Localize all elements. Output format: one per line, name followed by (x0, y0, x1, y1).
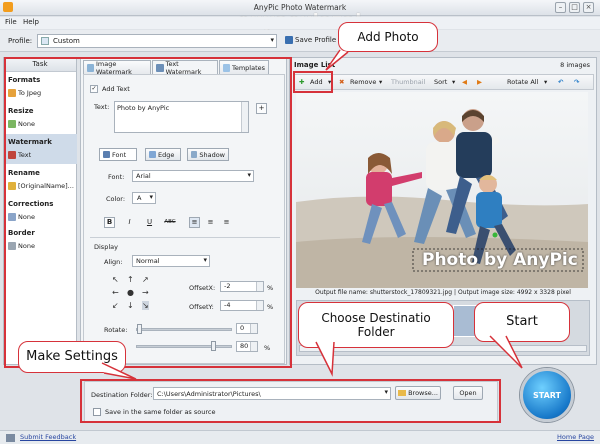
chevron-down-icon[interactable]: ▾ (379, 78, 382, 86)
menu-bar: File Help (0, 17, 600, 29)
app-icon (3, 2, 13, 12)
start-button[interactable]: START (520, 368, 574, 422)
output-info: Output file name: shutterstock_17809321.… (315, 289, 571, 296)
image-toolbar: ✚ Add ▾ ✖ Remove ▾ Thumbnail Sort ▾ ◀ ▶ … (294, 74, 594, 90)
menu-help[interactable]: Help (23, 18, 39, 26)
callout-add-photo: Add Photo (338, 22, 438, 52)
output-highlight-box (80, 379, 501, 423)
callout-pointer-start (489, 335, 523, 369)
add-highlight-box (293, 71, 333, 93)
next-arrow-icon[interactable]: ▶ (477, 78, 482, 86)
profile-bar: Profile: Custom ▾ Save Profile (0, 30, 600, 52)
save-profile-label: Save Profile (295, 36, 337, 44)
remove-button[interactable]: Remove (350, 78, 376, 86)
menu-file[interactable]: File (5, 18, 17, 26)
rotate-all-button[interactable]: Rotate All (507, 78, 538, 86)
thumbnail-button[interactable]: Thumbnail (391, 78, 425, 86)
status-bar: Submit Feedback Home Page (0, 430, 600, 444)
feedback-icon (6, 434, 15, 442)
close-button[interactable]: × (583, 2, 594, 13)
callout-pointer-folder (315, 341, 335, 377)
minimize-button[interactable]: – (555, 2, 566, 13)
profile-value: Custom (53, 37, 80, 45)
home-page-link[interactable]: Home Page (557, 433, 594, 441)
profile-label: Profile: (8, 37, 33, 45)
chevron-down-icon[interactable]: ▾ (544, 78, 547, 86)
callout-pointer-add (325, 49, 349, 71)
chevron-down-icon[interactable]: ▾ (452, 78, 455, 86)
profile-icon (41, 37, 49, 45)
save-profile-button[interactable]: Save Profile (285, 36, 336, 44)
image-count: 8 images (560, 61, 590, 69)
submit-feedback-link[interactable]: Submit Feedback (20, 433, 76, 441)
maximize-button[interactable]: □ (569, 2, 580, 13)
save-icon (285, 36, 293, 44)
previous-arrow-icon[interactable]: ◀ (462, 78, 467, 86)
chevron-down-icon: ▾ (270, 36, 274, 44)
rotate-left-icon[interactable]: ↶ (558, 78, 563, 86)
remove-icon: ✖ (339, 78, 345, 86)
preview-watermark-text[interactable]: Photo by AnyPic (422, 250, 578, 270)
sort-button[interactable]: Sort (434, 78, 447, 86)
settings-highlight-box (4, 57, 292, 368)
preview-image: Photo by AnyPic (296, 92, 588, 288)
rotate-right-icon[interactable]: ↷ (574, 78, 579, 86)
profile-select[interactable]: Custom ▾ (37, 34, 277, 48)
callout-pointer-settings (101, 362, 137, 380)
